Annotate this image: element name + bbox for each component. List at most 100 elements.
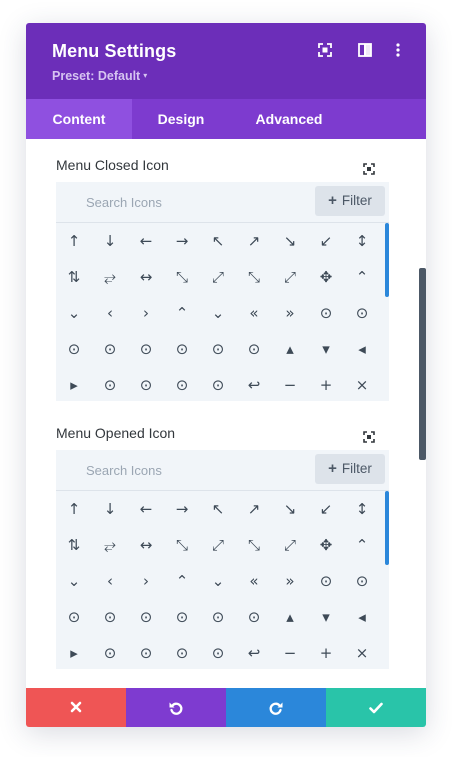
icon-option[interactable]: ⊙ [128, 635, 164, 669]
icon-option[interactable]: ⊙ [200, 331, 236, 367]
icon-option[interactable]: ⇅ [56, 259, 92, 295]
icon-option[interactable]: ▸ [56, 367, 92, 401]
save-button[interactable] [326, 688, 426, 727]
icon-option[interactable]: ↗ [236, 491, 272, 527]
icon-option[interactable]: ⊙ [56, 331, 92, 367]
icon-option[interactable]: ⤡ [164, 259, 200, 295]
icon-option[interactable]: ▾ [308, 331, 344, 367]
icon-option[interactable]: ↕ [344, 491, 380, 527]
grid-scrollbar[interactable] [385, 223, 389, 297]
icon-option[interactable]: ↕ [344, 223, 380, 259]
panel-scrollbar[interactable] [419, 268, 426, 460]
icon-option[interactable]: + [308, 635, 344, 669]
icon-option[interactable]: → [164, 223, 200, 259]
icon-option[interactable]: ◂ [344, 599, 380, 635]
redo-button[interactable] [226, 688, 326, 727]
icon-option[interactable]: ⥂ [92, 259, 128, 295]
icon-option[interactable]: ⌃ [344, 527, 380, 563]
icon-option[interactable]: » [272, 563, 308, 599]
icon-option[interactable]: ⊙ [92, 599, 128, 635]
icon-option[interactable]: ⥂ [92, 527, 128, 563]
icon-option[interactable]: ⌄ [200, 295, 236, 331]
icon-option[interactable]: ↓ [92, 491, 128, 527]
icon-option[interactable]: ↙ [308, 491, 344, 527]
icon-option[interactable]: ⊙ [92, 331, 128, 367]
icon-option[interactable]: ⊙ [308, 295, 344, 331]
icon-option[interactable]: ⊙ [200, 599, 236, 635]
icon-option[interactable]: ↩ [236, 635, 272, 669]
icon-option[interactable]: ⤢ [200, 259, 236, 295]
icon-option[interactable]: ⤡ [236, 527, 272, 563]
icon-option[interactable]: + [308, 367, 344, 401]
icon-option[interactable]: ↘ [272, 491, 308, 527]
filter-button[interactable]: + Filter [315, 454, 385, 484]
icon-option[interactable]: › [128, 295, 164, 331]
icon-option[interactable]: ↑ [56, 223, 92, 259]
icon-option[interactable]: ↗ [236, 223, 272, 259]
icon-option[interactable]: ← [128, 223, 164, 259]
undo-button[interactable] [126, 688, 226, 727]
filter-button[interactable]: + Filter [315, 186, 385, 216]
icon-option[interactable]: ⊙ [236, 331, 272, 367]
icon-option[interactable]: ◂ [344, 331, 380, 367]
icon-option[interactable]: ⇅ [56, 527, 92, 563]
icon-option[interactable]: − [272, 635, 308, 669]
icon-option[interactable]: ▾ [308, 599, 344, 635]
fullscreen-icon[interactable] [318, 43, 332, 57]
icon-option[interactable]: ⌃ [164, 295, 200, 331]
icon-option[interactable]: ↖ [200, 491, 236, 527]
icon-option[interactable]: ⤡ [236, 259, 272, 295]
icon-option[interactable]: ✥ [308, 527, 344, 563]
icon-option[interactable]: ↑ [56, 491, 92, 527]
icon-option[interactable]: ⊙ [200, 635, 236, 669]
modal-header[interactable]: Menu Settings Preset: Default ▾ [26, 23, 426, 99]
icon-option[interactable]: ⊙ [344, 563, 380, 599]
icon-option[interactable]: ↔ [128, 527, 164, 563]
fullscreen-icon[interactable] [363, 430, 375, 443]
icon-option[interactable]: ⊙ [92, 635, 128, 669]
icon-option[interactable]: ← [128, 491, 164, 527]
icon-option[interactable]: ⌄ [56, 295, 92, 331]
icon-option[interactable]: ▸ [56, 635, 92, 669]
icon-option[interactable]: « [236, 295, 272, 331]
icon-option[interactable]: ⊙ [236, 599, 272, 635]
icon-option[interactable]: ⌄ [200, 563, 236, 599]
icon-option[interactable]: × [344, 367, 380, 401]
icon-option[interactable]: → [164, 491, 200, 527]
icon-option[interactable]: ⊙ [164, 599, 200, 635]
icon-option[interactable]: › [128, 563, 164, 599]
icon-option[interactable]: « [236, 563, 272, 599]
icon-option[interactable]: ‹ [92, 563, 128, 599]
sidebar-toggle-icon[interactable] [358, 43, 372, 57]
icon-option[interactable]: × [344, 635, 380, 669]
icon-option[interactable]: ⤢ [200, 527, 236, 563]
icon-option[interactable]: ↘ [272, 223, 308, 259]
tab-design[interactable]: Design [132, 99, 230, 139]
icon-option[interactable]: ▴ [272, 599, 308, 635]
icon-option[interactable]: − [272, 367, 308, 401]
icon-option[interactable]: » [272, 295, 308, 331]
icon-option[interactable]: ▴ [272, 331, 308, 367]
discard-button[interactable] [26, 688, 126, 727]
icon-option[interactable]: ⊙ [128, 331, 164, 367]
icon-option[interactable]: ⌃ [344, 259, 380, 295]
search-input[interactable] [56, 182, 306, 222]
icon-option[interactable]: ↖ [200, 223, 236, 259]
icon-option[interactable]: ⊙ [128, 599, 164, 635]
icon-option[interactable]: ⤢ [272, 259, 308, 295]
icon-option[interactable]: ↓ [92, 223, 128, 259]
icon-option[interactable]: ↩ [236, 367, 272, 401]
icon-option[interactable]: ⤢ [272, 527, 308, 563]
tab-advanced[interactable]: Advanced [230, 99, 348, 139]
icon-option[interactable]: ↙ [308, 223, 344, 259]
icon-option[interactable]: ⊙ [164, 635, 200, 669]
fullscreen-icon[interactable] [363, 162, 375, 175]
icon-option[interactable]: ↔ [128, 259, 164, 295]
icon-option[interactable]: ⊙ [308, 563, 344, 599]
more-options-icon[interactable] [396, 43, 410, 57]
icon-option[interactable]: ⊙ [56, 599, 92, 635]
preset-selector[interactable]: Preset: Default ▾ [52, 69, 147, 83]
icon-option[interactable]: ✥ [308, 259, 344, 295]
icon-option[interactable]: ⊙ [92, 367, 128, 401]
icon-option[interactable]: ‹ [92, 295, 128, 331]
